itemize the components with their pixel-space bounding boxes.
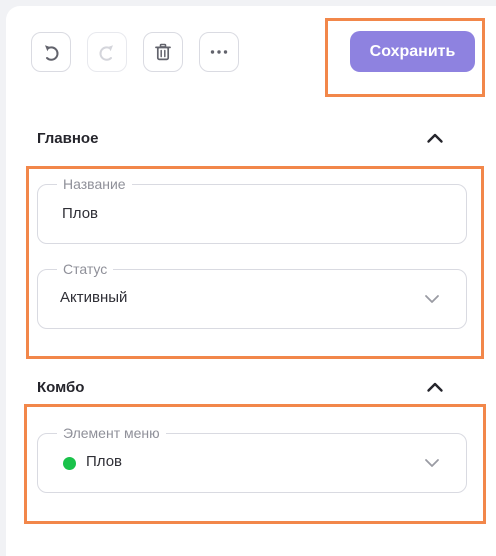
undo-button[interactable] — [31, 32, 71, 72]
menu-item-select[interactable]: Элемент меню Плов — [37, 424, 467, 493]
section-title-main: Главное — [37, 130, 99, 147]
name-field-value: Плов — [62, 205, 99, 222]
trash-icon — [155, 43, 171, 61]
undo-icon — [45, 45, 59, 61]
more-button[interactable] — [199, 32, 239, 72]
section-title-combo: Комбо — [37, 379, 85, 396]
chevron-up-icon[interactable] — [426, 381, 444, 393]
chevron-up-icon[interactable] — [426, 132, 444, 144]
redo-icon — [99, 45, 113, 61]
save-button[interactable]: Сохранить — [350, 31, 475, 72]
chevron-down-icon — [425, 295, 439, 303]
name-field[interactable]: Название Плов — [37, 175, 467, 244]
delete-button[interactable] — [143, 32, 183, 72]
chevron-down-icon — [425, 459, 439, 467]
status-select[interactable]: Статус Активный — [37, 260, 467, 329]
menu-item-field-label: Элемент меню — [57, 424, 166, 442]
menu-item-field-value: Плов — [86, 453, 123, 470]
name-field-label: Название — [57, 175, 132, 193]
status-dot — [63, 457, 76, 470]
redo-button[interactable] — [87, 32, 127, 72]
status-field-value: Активный — [60, 289, 128, 306]
status-field-label: Статус — [57, 260, 114, 278]
more-dots-icon — [210, 50, 228, 54]
